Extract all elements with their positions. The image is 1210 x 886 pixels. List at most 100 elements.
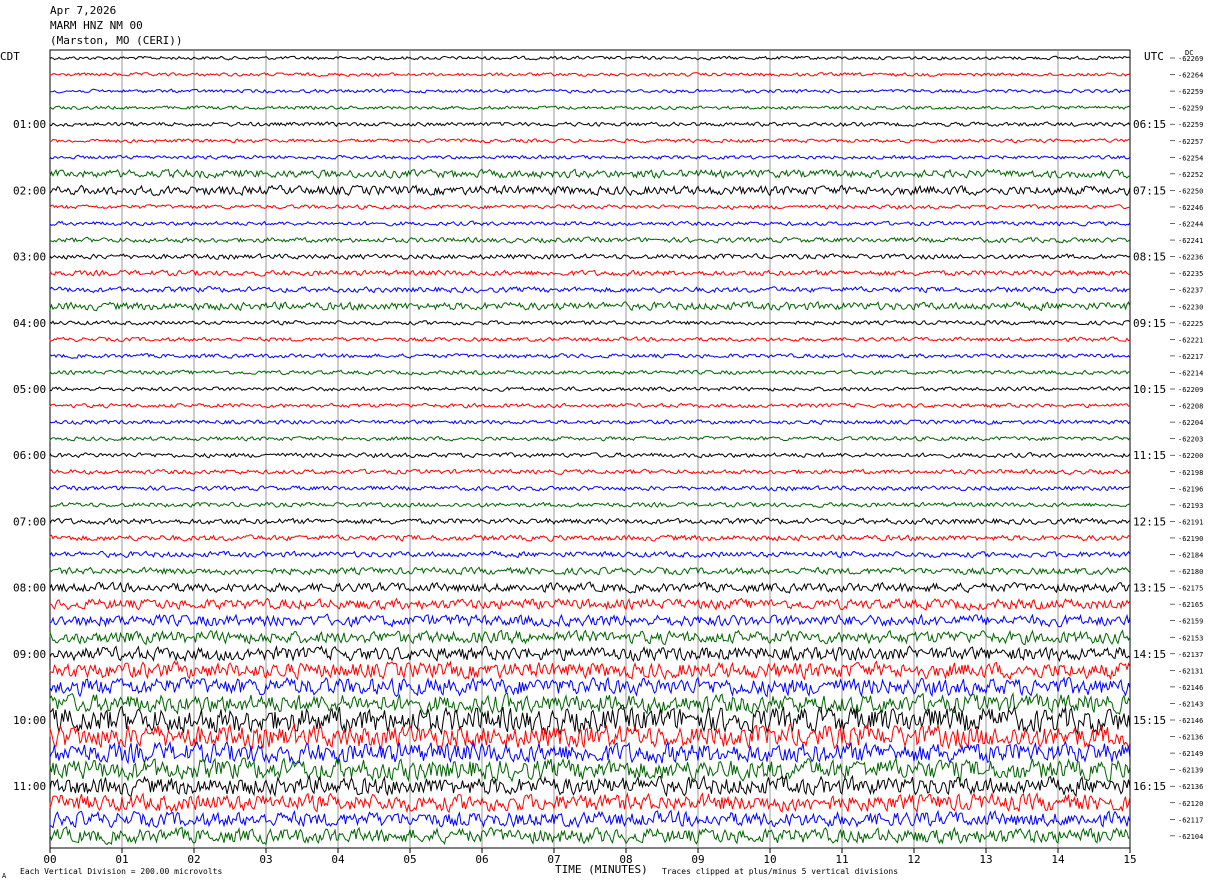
cdt-hour-label: 01:00 [13,118,46,131]
trace-line [49,629,1131,646]
trace-line [49,613,1131,628]
cdt-hour-label: 11:00 [13,780,46,793]
trace-line [49,704,1131,736]
x-axis-title: TIME (MINUTES) [555,863,648,876]
dc-offset-label: -62104 [1178,833,1203,841]
dc-offset-label: -62204 [1178,419,1203,427]
x-tick-label: 04 [331,853,345,866]
x-tick-label: 01 [115,853,128,866]
x-tick-label: 10 [763,853,776,866]
dc-offset-label: -62209 [1178,386,1203,394]
dc-offset-label: -62131 [1178,667,1203,675]
dc-offset-label: -62165 [1178,601,1203,609]
dc-offset-label: -62236 [1178,254,1203,262]
trace-line [49,676,1131,698]
utc-hour-label: 15:15 [1133,714,1166,727]
trace-line [49,154,1131,160]
cdt-hour-label: 04:00 [13,317,46,330]
clip-note: Traces clipped at plus/minus 5 vertical … [662,867,899,876]
utc-hour-label: 09:15 [1133,317,1166,330]
dc-offset-label: -62159 [1178,618,1203,626]
trace-line [49,269,1131,277]
cdt-hour-label: 03:00 [13,251,46,264]
dc-offset-label: -62190 [1178,535,1203,543]
trace-line [49,253,1131,261]
utc-hour-label: 14:15 [1133,648,1166,661]
dc-offset-label: -62230 [1178,303,1203,311]
dc-offset-label: -62180 [1178,568,1203,576]
dc-offset-label: -62136 [1178,783,1203,791]
trace-line [49,138,1131,144]
trace-line [49,402,1131,409]
dc-offset-label: -62137 [1178,651,1203,659]
x-tick-label: 03 [259,853,272,866]
trace-line [49,435,1131,442]
trace-line [49,353,1131,359]
trace-line [49,369,1131,376]
trace-line [49,184,1131,197]
utc-hour-label: 08:15 [1133,251,1166,264]
trace-line [49,581,1131,594]
cdt-hour-label: 08:00 [13,582,46,595]
scale-note: Each Vertical Division = 200.00 microvol… [20,867,223,876]
dc-offset-label: -62246 [1178,204,1203,212]
trace-line [49,236,1131,244]
dc-offset-label: -62153 [1178,634,1203,642]
trace-line [49,644,1131,663]
dc-offset-label: -62208 [1178,403,1203,411]
cdt-hour-label: 05:00 [13,383,46,396]
cdt-hour-label: 06:00 [13,449,46,462]
trace-line [49,550,1131,559]
trace-line [49,826,1131,846]
dc-offset-label: -62257 [1178,138,1203,146]
dc-offset-label: -62203 [1178,436,1203,444]
trace-line [49,220,1131,227]
utc-hour-label: 12:15 [1133,515,1166,528]
dc-offset-label: -62244 [1178,221,1203,229]
trace-line [49,757,1131,783]
trace-line [49,300,1131,312]
trace-line [49,121,1131,128]
trace-line [49,597,1131,611]
utc-hour-label: 11:15 [1133,449,1166,462]
x-tick-label: 13 [979,853,992,866]
dc-offset-label: -62196 [1178,485,1203,493]
trace-line [49,791,1131,814]
trace-line [49,809,1131,829]
dc-offset-label: -62217 [1178,353,1203,361]
dc-offset-label: -62269 [1178,55,1203,63]
dc-offset-label: -62143 [1178,700,1203,708]
dc-offset-label: -62225 [1178,320,1203,328]
trace-line [49,691,1131,716]
utc-hour-label: 10:15 [1133,383,1166,396]
trace-line [49,168,1131,180]
trace-line [49,204,1131,210]
x-tick-label: 06 [475,853,488,866]
dc-offset-label: -62237 [1178,287,1203,295]
dc-offset-label: -62117 [1178,816,1203,824]
dc-offset-label: -62136 [1178,734,1203,742]
dc-offset-label: -62254 [1178,154,1203,162]
dc-offset-label: -62259 [1178,105,1203,113]
trace-line [49,419,1131,426]
x-tick-label: 12 [907,853,920,866]
dc-offset-label: -62200 [1178,452,1203,460]
trace-line [49,774,1131,798]
dc-offset-label: -62214 [1178,369,1203,377]
dc-offset-label: -62259 [1178,88,1203,96]
trace-line [49,72,1131,78]
dc-offset-label: -62264 [1178,72,1203,80]
dc-offset-label: -62120 [1178,800,1203,808]
dc-offset-label: -62184 [1178,552,1203,560]
dc-offset-label: -62149 [1178,750,1203,758]
corner-mark: A [2,872,7,880]
trace-line [49,566,1131,576]
dc-offset-label: -62191 [1178,518,1203,526]
trace-line [49,485,1131,492]
dc-offset-label: -62252 [1178,171,1203,179]
cdt-hour-label: 09:00 [13,648,46,661]
cdt-hour-label: 10:00 [13,714,46,727]
utc-hour-label: 16:15 [1133,780,1166,793]
dc-offset-label: -62259 [1178,121,1203,129]
dc-offset-label: -62198 [1178,469,1203,477]
